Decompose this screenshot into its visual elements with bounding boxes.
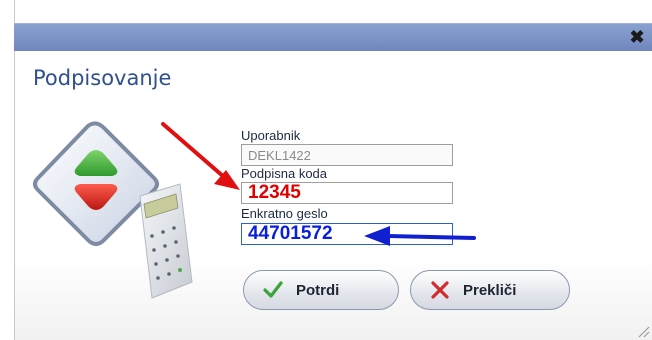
cancel-button[interactable]: Prekliči: [410, 270, 570, 310]
close-icon[interactable]: ✖: [628, 28, 646, 46]
resize-grip-icon[interactable]: [636, 324, 650, 338]
cancel-button-label: Prekliči: [463, 281, 517, 299]
dialog-titlebar[interactable]: ✖: [14, 23, 652, 51]
x-icon: [431, 281, 449, 299]
confirm-button[interactable]: Potrdi: [243, 270, 399, 310]
otp-field[interactable]: [241, 223, 453, 245]
user-label: Uporabnik: [241, 128, 301, 143]
otp-label: Enkratno geslo: [241, 206, 328, 221]
confirm-button-label: Potrdi: [296, 281, 340, 299]
signing-logo-icon: [33, 121, 159, 246]
signing-code-label: Podpisna koda: [241, 166, 328, 181]
check-icon: [263, 281, 283, 298]
signing-code-field[interactable]: [241, 182, 453, 204]
user-field: [241, 144, 453, 166]
signing-illustration: [33, 121, 193, 299]
calculator-token-icon: [139, 183, 193, 299]
page-title: Podpisovanje: [33, 66, 172, 90]
